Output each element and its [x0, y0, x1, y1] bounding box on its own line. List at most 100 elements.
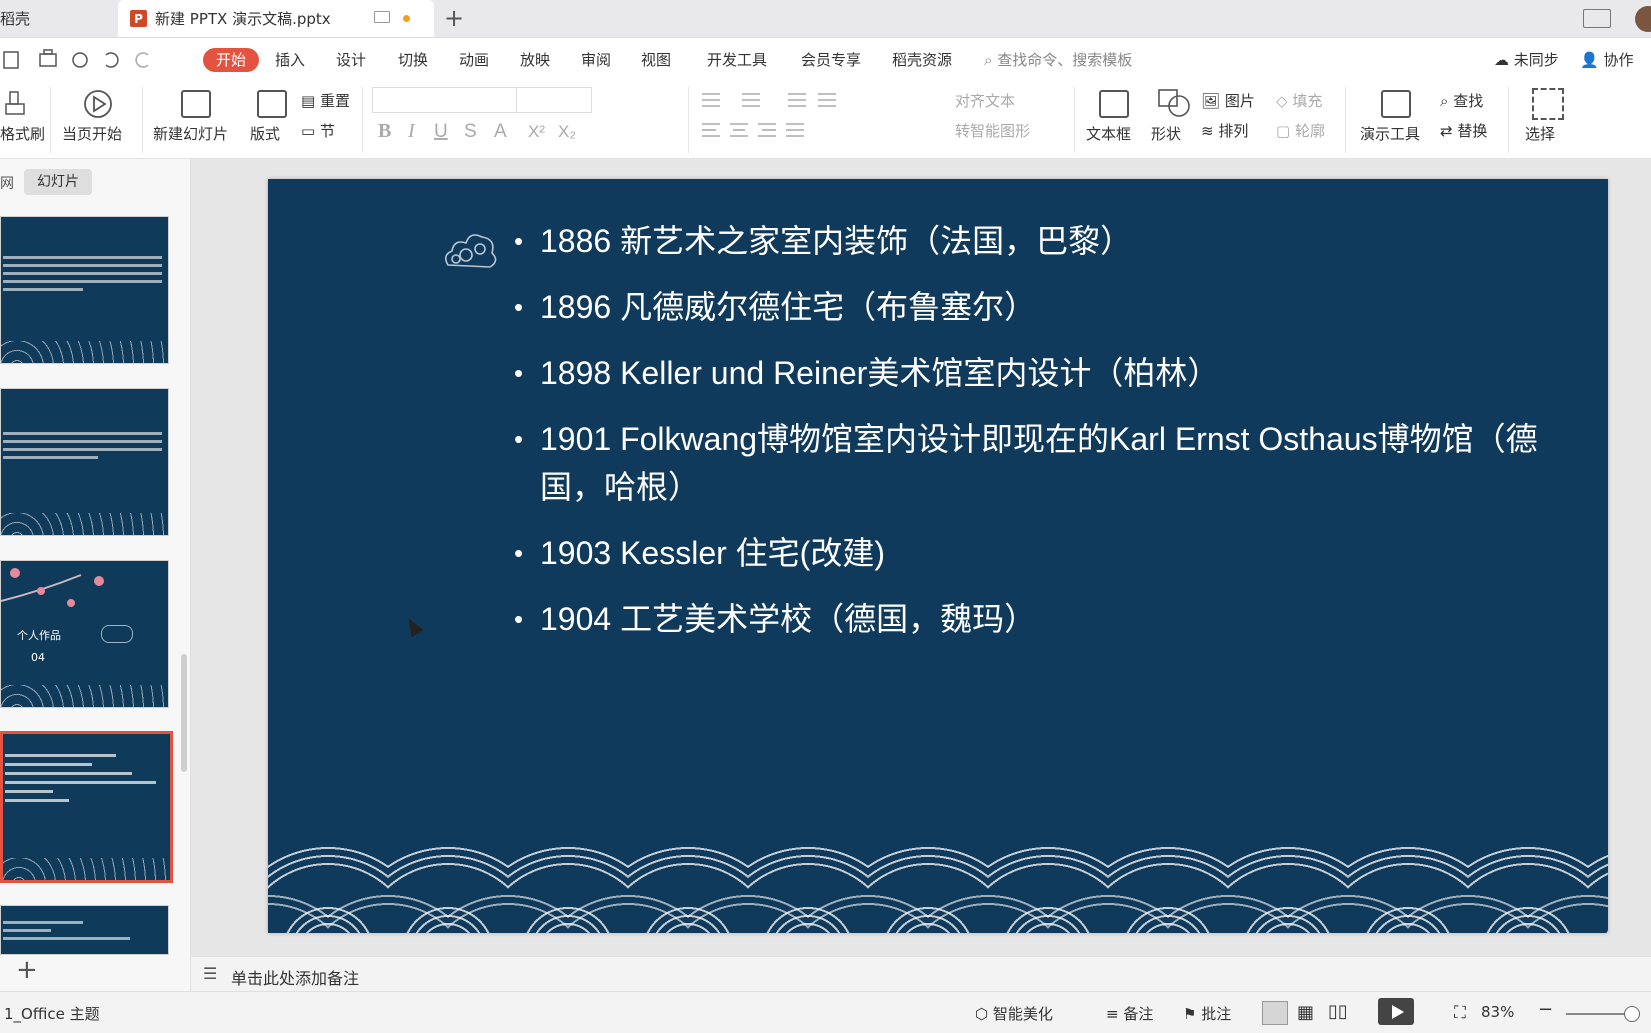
replace-button[interactable]: ⇄ 替换 — [1440, 120, 1487, 141]
smart-beautify-button[interactable]: ⬡ 智能美化 — [975, 1003, 1053, 1024]
find-button[interactable]: ⌕ 查找 — [1440, 90, 1483, 111]
arrange-label: 排列 — [1218, 122, 1249, 140]
format-painter-button[interactable]: 格式刷 — [0, 123, 45, 144]
play-slideshow-button[interactable] — [1378, 998, 1414, 1025]
menu-start[interactable]: 开始 — [203, 48, 260, 72]
divider — [362, 87, 363, 153]
notes-toggle-button[interactable]: ≡ 备注 — [1106, 1003, 1153, 1024]
paragraph-icons[interactable] — [698, 88, 848, 148]
quick-access-icons[interactable] — [2, 49, 162, 71]
reset-label: 重置 — [319, 92, 350, 110]
menu-review[interactable]: 审阅 — [581, 49, 611, 71]
grid-view-icon[interactable]: ▦ — [1297, 1002, 1314, 1023]
font-family-select[interactable] — [372, 87, 518, 113]
new-tab-button[interactable]: + — [440, 4, 468, 32]
slide-thumbnail-selected[interactable] — [0, 731, 173, 883]
section-label: 节 — [319, 122, 335, 140]
avatar[interactable] — [1635, 6, 1651, 32]
outline-label: 轮廓 — [1294, 122, 1325, 140]
play-from-current-button[interactable]: 当页开始 — [62, 123, 122, 144]
zoom-out-icon[interactable]: − — [1538, 999, 1553, 1020]
sync-status[interactable]: ☁ 未同步 — [1494, 49, 1559, 70]
thumbnail-text-lines — [3, 251, 162, 296]
thumbnail-scrollbar[interactable] — [181, 654, 187, 772]
unsaved-dot-icon — [403, 15, 410, 22]
slide-thumbnail[interactable] — [0, 388, 169, 536]
brush-icon — [4, 90, 34, 118]
title-tab-bar: 稻壳 P 新建 PPTX 演示文稿.pptx + — [0, 0, 1651, 38]
current-slide[interactable]: 1886 新艺术之家室内装饰（法国，巴黎） 1896 凡德威尔德住宅（布鲁塞尔）… — [268, 179, 1608, 933]
tab-docer-home[interactable]: 稻壳 — [0, 0, 116, 37]
theme-name[interactable]: 1_Office 主题 — [4, 1003, 100, 1024]
font-format-icons[interactable]: B I U S A X² X₂ — [374, 117, 674, 145]
menu-member[interactable]: 会员专享 — [801, 49, 861, 71]
shape-button[interactable]: 形状 — [1151, 123, 1181, 144]
tab-current-document[interactable]: P 新建 PPTX 演示文稿.pptx — [118, 0, 434, 37]
menu-developer[interactable]: 开发工具 — [707, 49, 767, 71]
collab-button[interactable]: 👤 协作 — [1580, 49, 1633, 70]
slide-thumbnail[interactable] — [0, 216, 169, 364]
section-button[interactable]: ▭ 节 — [301, 120, 335, 141]
window-layout-icon[interactable] — [1583, 9, 1611, 28]
bullet-item: 1901 Folkwang博物馆室内设计即现在的Karl Ernst Ostha… — [514, 415, 1574, 511]
select-icon — [1532, 88, 1564, 120]
play-circle-icon — [82, 88, 114, 124]
smart-shape-button[interactable]: 转智能图形 — [955, 120, 1030, 141]
menu-slideshow[interactable]: 放映 — [520, 49, 550, 71]
fit-window-icon[interactable]: ⛶ — [1454, 1003, 1466, 1023]
outline-tab[interactable]: 网 — [0, 173, 14, 193]
reading-view-icon[interactable]: ▯▯ — [1328, 1001, 1348, 1022]
menu-animation[interactable]: 动画 — [459, 49, 489, 71]
slide-thumbnail[interactable]: 个人作品 04 — [0, 560, 169, 708]
menu-design[interactable]: 设计 — [336, 49, 366, 71]
outline-button[interactable]: ▢ 轮廓 — [1276, 120, 1325, 141]
comments-button[interactable]: ⚑ 批注 — [1183, 1003, 1231, 1024]
notes-icon: ☰ — [203, 964, 218, 983]
bullet-item: 1898 Keller und Reiner美术馆室内设计（柏林） — [514, 349, 1574, 397]
textbox-icon — [1099, 90, 1129, 118]
ribbon-toolbar: 格式刷 当页开始 新建幻灯片 版式 ▤ 重置 ▭ 节 B I U S A X² … — [0, 82, 1651, 159]
monitor-icon[interactable] — [374, 11, 390, 23]
notes-bar[interactable]: ☰ 单击此处添加备注 — [191, 956, 1651, 992]
bullet-list[interactable]: 1886 新艺术之家室内装饰（法国，巴黎） 1896 凡德威尔德住宅（布鲁塞尔）… — [514, 217, 1574, 661]
new-slide-icon — [181, 90, 211, 118]
reset-button[interactable]: ▤ 重置 — [301, 90, 350, 111]
menu-transition[interactable]: 切换 — [398, 49, 428, 71]
command-search[interactable]: ⌕ 查找命令、搜索模板 — [984, 49, 1132, 70]
bullet-item: 1903 Kessler 住宅(改建) — [514, 529, 1574, 577]
svg-text:U: U — [434, 121, 448, 142]
fill-button[interactable]: ◇ 填充 — [1276, 90, 1322, 111]
select-button[interactable]: 选择 — [1525, 123, 1555, 144]
textbox-button[interactable]: 文本框 — [1086, 123, 1131, 144]
align-text-button[interactable]: 对齐文本 — [955, 90, 1015, 111]
present-tools-button[interactable]: 演示工具 — [1360, 123, 1420, 144]
new-slide-button[interactable]: 新建幻灯片 — [153, 123, 228, 144]
divider — [688, 87, 689, 153]
arrange-button[interactable]: ≋ 排列 — [1201, 120, 1248, 141]
svg-text:S: S — [464, 121, 477, 142]
cube-icon: ⬡ — [975, 1005, 989, 1023]
picture-label: 图片 — [1224, 92, 1255, 110]
menu-docer-resources[interactable]: 稻壳资源 — [892, 49, 952, 71]
divider — [1345, 87, 1346, 153]
menu-insert[interactable]: 插入 — [275, 49, 305, 71]
svg-text:X²: X² — [528, 122, 545, 141]
menu-view[interactable]: 视图 — [641, 49, 671, 71]
add-slide-button[interactable]: + — [16, 955, 38, 985]
wave-decoration — [1, 341, 168, 363]
divider — [142, 87, 143, 153]
present-tools-icon — [1381, 90, 1411, 118]
picture-button[interactable]: 🖼 图片 — [1201, 90, 1255, 111]
font-size-select[interactable] — [516, 87, 592, 113]
slide-thumbnail[interactable] — [0, 905, 169, 955]
normal-view-icon[interactable] — [1262, 1001, 1288, 1025]
fill-icon: ◇ — [1276, 92, 1288, 110]
shape-icon — [1157, 88, 1191, 122]
fill-label: 填充 — [1292, 92, 1323, 110]
picture-icon: 🖼 — [1201, 92, 1221, 110]
thumbnail-text-lines — [3, 427, 162, 464]
zoom-level[interactable]: 83% — [1481, 1003, 1514, 1021]
layout-button[interactable]: 版式 — [250, 123, 280, 144]
zoom-slider-knob[interactable] — [1624, 1006, 1640, 1022]
slides-tab[interactable]: 幻灯片 — [24, 169, 92, 195]
